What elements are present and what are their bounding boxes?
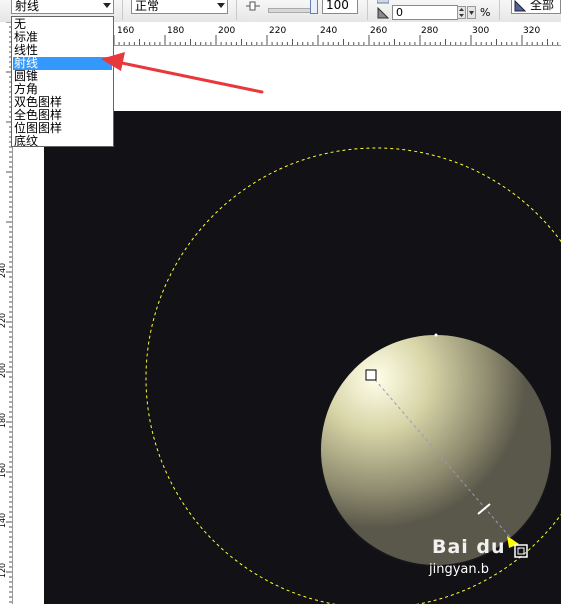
ruler-label: 120	[0, 562, 8, 579]
ruler-label: 240	[0, 262, 8, 279]
horizontal-ruler: 160 180 200 220 240 260 280 300 320	[114, 22, 561, 46]
angle-input[interactable]: 0	[392, 5, 458, 20]
chevron-down-icon	[217, 3, 225, 8]
ruler-label: 160	[0, 462, 8, 479]
fill-option-texture[interactable]: 底纹	[13, 135, 112, 148]
sphere-object[interactable]	[321, 335, 551, 565]
transparency-slider[interactable]	[268, 8, 316, 13]
chevron-down-icon	[103, 3, 111, 8]
blend-mode-combo[interactable]: 正常	[131, 0, 228, 14]
ruler-label: 140	[0, 512, 8, 529]
fill-end-handle-inner	[517, 547, 525, 555]
canvas-artwork	[145, 147, 561, 604]
watermark-url: jingyan.b	[429, 562, 489, 577]
spin-arrows-icon	[459, 8, 464, 17]
ruler-label: 280	[421, 26, 439, 36]
ruler-label: 160	[117, 26, 135, 36]
transparency-slider-handle[interactable]	[310, 0, 318, 14]
arrow-shaft	[115, 60, 264, 94]
fill-edge-marker	[507, 536, 519, 548]
ruler-label: 300	[472, 26, 490, 36]
transparency-input[interactable]: 100	[322, 0, 358, 14]
arrow-head-icon	[101, 52, 125, 71]
ruler-label: 180	[167, 26, 185, 36]
ruler-label: 180	[0, 412, 8, 429]
toolbar-divider	[122, 0, 123, 20]
ruler-label: 260	[370, 26, 388, 36]
page-margin	[13, 111, 44, 604]
fill-type-combo[interactable]: 射线	[11, 0, 114, 14]
target-all-icon	[514, 0, 526, 12]
apply-arrow-icon	[469, 11, 474, 15]
ruler-label: 200	[218, 26, 236, 36]
fill-end-handle[interactable]	[514, 544, 528, 558]
fill-type-value: 射线	[15, 0, 40, 13]
fill-center-handle[interactable]	[365, 369, 377, 381]
target-label: 全部	[530, 0, 555, 12]
blend-mode-value: 正常	[135, 0, 160, 13]
transparency-target-combo[interactable]: 全部	[511, 0, 561, 14]
transparency-slider-icon	[246, 1, 260, 11]
apply-button[interactable]	[467, 6, 476, 19]
ruler-label: 220	[269, 26, 287, 36]
edge-pad-icon	[377, 0, 389, 4]
ruler-label: 240	[320, 26, 338, 36]
drawing-canvas[interactable]: Bai du jingyan.b	[44, 111, 561, 604]
watermark-brand: Bai du	[432, 536, 506, 558]
red-arrow-annotation	[101, 52, 264, 94]
node-marker	[434, 333, 438, 337]
ruler-label: 220	[0, 312, 8, 329]
toolbar-divider	[499, 0, 500, 20]
percent-label: %	[480, 6, 491, 19]
baidu-watermark: Bai du	[432, 536, 506, 558]
ruler-label: 200	[0, 362, 8, 379]
toolbar-divider	[367, 0, 368, 20]
angle-icon	[377, 7, 389, 19]
spin-buttons[interactable]	[457, 6, 466, 19]
ruler-label: 320	[523, 26, 541, 36]
toolbar-divider	[236, 0, 237, 20]
